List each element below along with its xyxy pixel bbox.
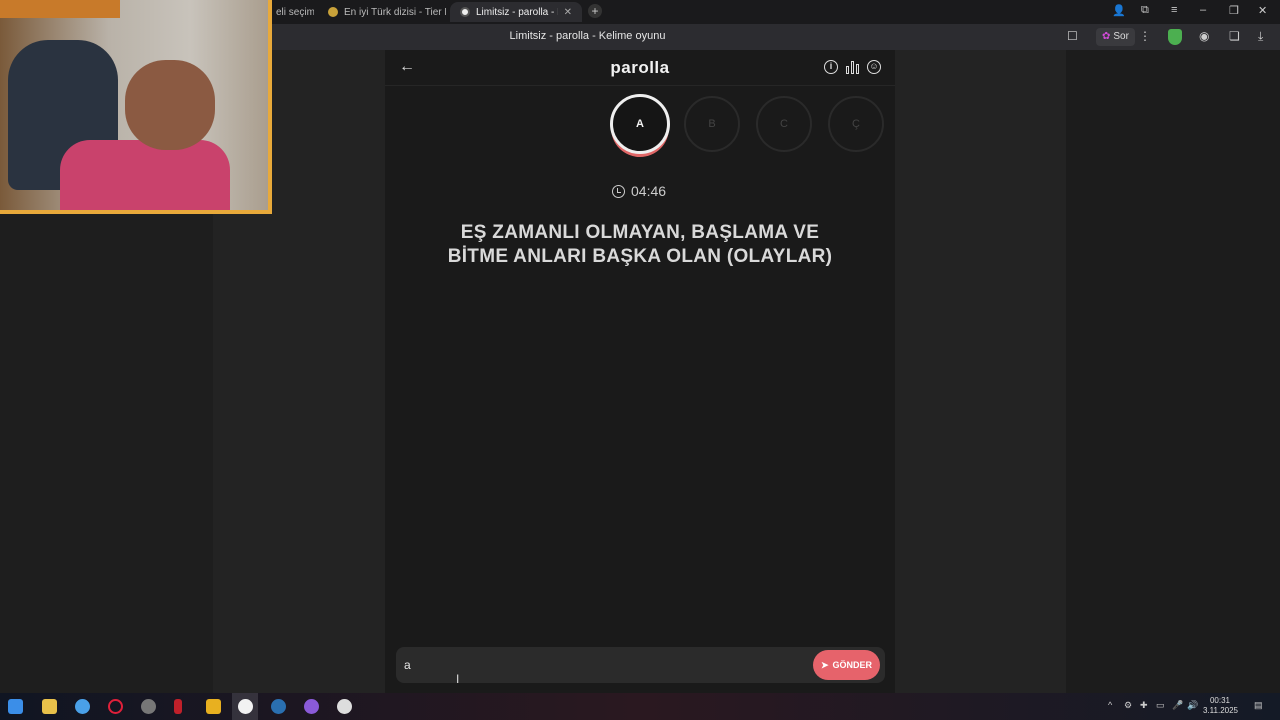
webcam-overlay <box>0 0 272 214</box>
opera-icon[interactable] <box>108 699 123 714</box>
tab-parolla[interactable]: Limitsiz - parolla - Kelim ✕ <box>450 2 582 22</box>
volume-icon[interactable]: 🔊 <box>1187 700 1198 711</box>
send-label: GÖNDER <box>832 660 873 670</box>
taskbar-clock[interactable]: 00:31 3.11.2025 <box>1203 696 1238 716</box>
page-background <box>1066 50 1280 693</box>
close-window-button[interactable]: ✕ <box>1258 4 1267 17</box>
countdown-timer: 04:46 <box>612 183 666 199</box>
letter-label: C <box>780 118 788 130</box>
netflix-icon[interactable] <box>174 699 182 714</box>
adblock-shield-icon[interactable] <box>1168 29 1182 45</box>
letter-circle-b: B <box>684 96 740 152</box>
webcam-person-body <box>60 140 230 210</box>
restore-button[interactable]: ❐ <box>1229 4 1239 17</box>
clock-icon <box>612 184 625 198</box>
letter-label: B <box>708 118 716 130</box>
question-line-1: EŞ ZAMANLI OLMAYAN, BAŞLAMA VE <box>460 222 820 243</box>
file-explorer-icon[interactable] <box>42 699 57 714</box>
tab-tier-list[interactable]: En iyi Türk dizisi - Tier List <box>318 2 446 22</box>
tray-app-icon[interactable]: ⚙ <box>1124 700 1132 711</box>
copilot-icon[interactable] <box>75 699 90 714</box>
send-button[interactable]: ➤ GÖNDER <box>813 650 880 680</box>
letter-label: A <box>636 118 644 130</box>
text-cursor-icon: I <box>456 672 460 686</box>
notifications-icon[interactable]: ▤ <box>1254 700 1263 711</box>
ai-icon: ✿ <box>1102 31 1111 42</box>
game-header: ← parolla i ☺ <box>385 50 895 86</box>
taskbar-date: 3.11.2025 <box>1203 706 1238 715</box>
tray-chevron-icon[interactable]: ^ <box>1108 700 1112 710</box>
parolla-favicon-icon <box>460 7 470 17</box>
letter-circle-cedilla: Ç <box>828 96 884 152</box>
bookmark-icon[interactable]: ☐ <box>1067 29 1078 43</box>
taskbar-time: 00:31 <box>1209 696 1231 705</box>
timer-value: 04:46 <box>631 183 667 199</box>
question-text: EŞ ZAMANLI OLMAYAN, BAŞLAMA VE BİTME ANL… <box>420 221 860 269</box>
question-line-2: BİTME ANLARI BAŞKA OLAN (OLAYLAR) <box>447 246 833 267</box>
user-icon[interactable]: ☺ <box>867 60 881 74</box>
new-tab-button[interactable]: + <box>588 4 602 18</box>
brand-logo: parolla <box>610 58 670 77</box>
tab-label: eli seçimi <box>276 6 314 18</box>
ask-label: Sor <box>1113 31 1129 42</box>
webcam-person-head <box>125 60 215 150</box>
collections-icon[interactable]: ❏ <box>1229 29 1240 43</box>
answer-bar: ➤ GÖNDER <box>396 647 885 683</box>
minimize-button[interactable]: – <box>1200 4 1206 16</box>
profile-icon[interactable]: 👤 <box>1112 4 1126 17</box>
vpn-icon[interactable]: ◉ <box>1199 29 1209 43</box>
start-icon[interactable] <box>8 699 23 714</box>
letter-label: Ç <box>852 118 860 130</box>
tab-label: Limitsiz - parolla - Kelim <box>476 6 558 18</box>
steam-icon[interactable] <box>271 699 286 714</box>
screen: eli seçimi En iyi Türk dizisi - Tier Lis… <box>0 0 1280 720</box>
send-icon: ➤ <box>820 659 829 670</box>
tab-label: En iyi Türk dizisi - Tier List <box>344 6 446 18</box>
download-icon[interactable]: ⤓ <box>1258 29 1263 44</box>
microphone-icon[interactable]: 🎤 <box>1172 700 1183 711</box>
menu-icon[interactable]: ≡ <box>1171 4 1177 16</box>
close-tab-icon[interactable]: ✕ <box>564 7 572 18</box>
page-side-right <box>895 50 1066 693</box>
store-icon[interactable] <box>206 699 221 714</box>
ask-ai-button[interactable]: ✿ Sor <box>1096 28 1135 46</box>
discord-icon[interactable] <box>304 699 319 714</box>
letter-circle-c: C <box>756 96 812 152</box>
obs-icon[interactable] <box>337 699 352 714</box>
app-icon[interactable] <box>141 699 156 714</box>
more-options-icon[interactable]: ⋮ <box>1139 29 1151 43</box>
webcam-poster <box>0 0 120 18</box>
answer-input[interactable] <box>404 656 804 674</box>
yandex-browser-icon[interactable] <box>238 699 253 714</box>
letter-circle-a: A <box>610 94 670 154</box>
info-icon[interactable]: i <box>824 60 838 74</box>
tray-display-icon[interactable]: ▭ <box>1156 700 1165 711</box>
tab-election[interactable]: eli seçimi <box>266 2 314 22</box>
tray-network-app-icon[interactable]: ✚ <box>1140 700 1148 711</box>
windows-taskbar: ^ ⚙ ✚ ▭ 🎤 🔊 00:31 3.11.2025 ▤ <box>0 693 1280 720</box>
tier-list-favicon-icon <box>328 7 338 17</box>
stats-icon[interactable] <box>846 60 860 74</box>
tab-manager-icon[interactable]: ⧉ <box>1141 4 1149 17</box>
